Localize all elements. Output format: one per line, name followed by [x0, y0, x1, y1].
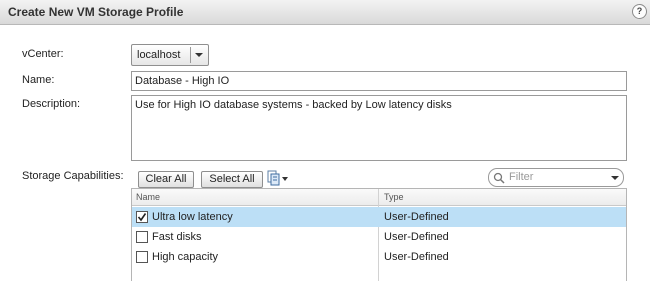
document-menu-icon[interactable] — [266, 169, 290, 187]
chevron-down-icon — [195, 53, 203, 57]
capabilities-table: Name Type Ultra low latency User-Defined… — [131, 188, 627, 281]
name-field-value: Database - High IO — [135, 75, 230, 87]
select-all-button[interactable]: Select All — [201, 171, 263, 188]
vcenter-label: vCenter: — [22, 48, 64, 60]
vcenter-select-value: localhost — [137, 49, 181, 61]
checkbox[interactable] — [136, 211, 148, 223]
row-name: Fast disks — [152, 231, 202, 243]
description-field[interactable]: Use for High IO database systems - backe… — [131, 95, 627, 161]
column-header-type[interactable]: Type — [384, 192, 404, 202]
row-type: User-Defined — [384, 231, 449, 243]
row-name: High capacity — [152, 251, 219, 263]
vcenter-select[interactable]: localhost — [131, 44, 209, 66]
search-icon — [493, 172, 505, 184]
row-type: User-Defined — [384, 211, 449, 223]
name-field[interactable]: Database - High IO — [131, 71, 627, 91]
select-divider — [190, 47, 191, 63]
description-field-value: Use for High IO database systems - backe… — [135, 99, 452, 111]
name-label: Name: — [22, 74, 55, 86]
dialog-titlebar: Create New VM Storage Profile ? — [0, 0, 650, 25]
row-name: Ultra low latency — [152, 211, 233, 223]
column-header-name[interactable]: Name — [136, 192, 160, 202]
storage-capabilities-label: Storage Capabilities: — [22, 170, 124, 182]
chevron-down-icon[interactable] — [611, 176, 619, 180]
table-row[interactable]: Ultra low latency User-Defined — [132, 207, 626, 227]
table-row[interactable]: High capacity User-Defined — [132, 247, 626, 267]
description-label: Description: — [22, 98, 81, 110]
table-row[interactable]: Fast disks User-Defined — [132, 227, 626, 247]
dialog-title: Create New VM Storage Profile — [8, 5, 184, 19]
table-header: Name Type — [132, 189, 626, 206]
checkbox[interactable] — [136, 231, 148, 243]
clear-all-button[interactable]: Clear All — [138, 171, 194, 188]
filter-placeholder: Filter — [509, 171, 534, 183]
row-type: User-Defined — [384, 251, 449, 263]
checkbox[interactable] — [136, 251, 148, 263]
help-icon[interactable]: ? — [632, 4, 647, 19]
filter-input[interactable]: Filter — [488, 168, 624, 187]
